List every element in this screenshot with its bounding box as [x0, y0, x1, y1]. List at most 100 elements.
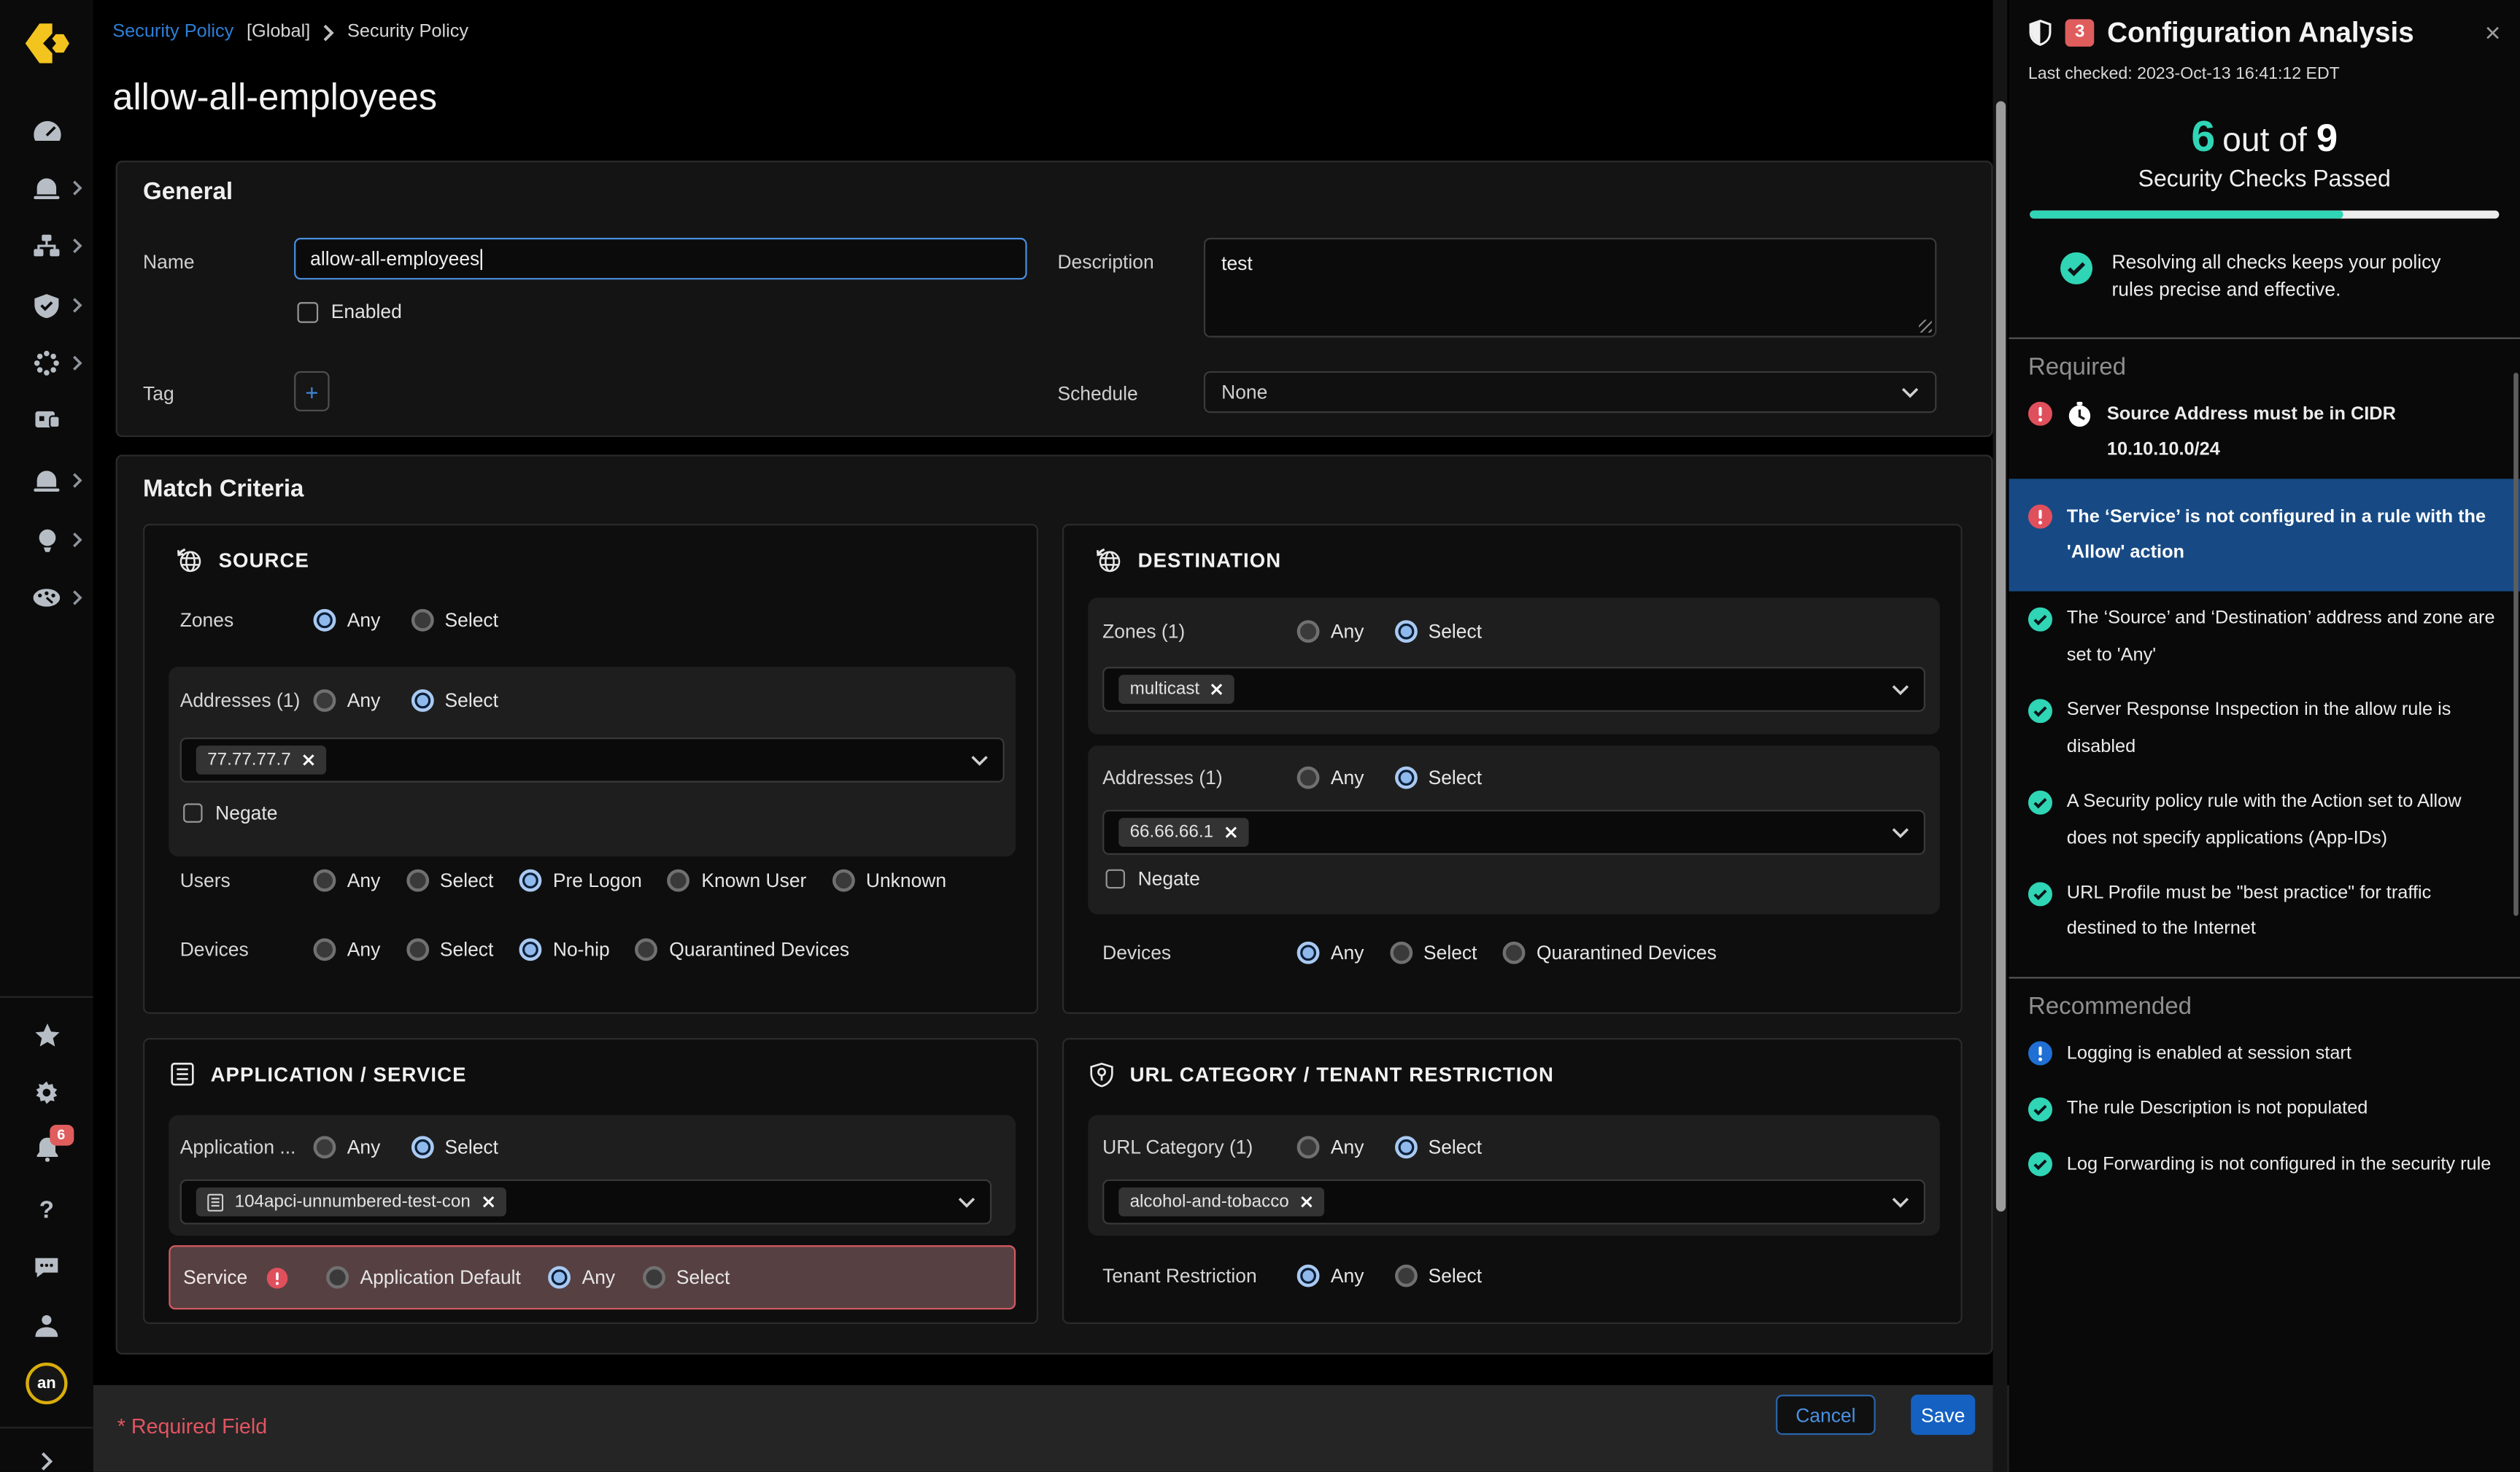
checkbox-box [298, 301, 319, 322]
chevron-down-icon[interactable] [1892, 826, 1909, 837]
chevron-right-icon [72, 180, 82, 196]
radio-addresses-select[interactable]: Select [1394, 767, 1482, 789]
sidebar-item-objects[interactable] [0, 339, 93, 387]
palo-alto-logo-icon[interactable] [23, 21, 71, 66]
radio-tenant-select[interactable]: Select [1394, 1265, 1482, 1287]
remove-chip-icon[interactable] [1225, 826, 1238, 839]
radio-addresses-any[interactable]: Any [314, 689, 381, 712]
radio-devices-no-hip[interactable]: No-hip [519, 938, 610, 961]
sidebar-item-settings[interactable] [0, 1070, 93, 1118]
close-icon[interactable]: × [2485, 19, 2501, 46]
radio-label: Any [347, 869, 381, 892]
breadcrumb-link[interactable]: Security Policy [112, 23, 233, 42]
radio-dot [1297, 767, 1320, 789]
panel-scrollbar-thumb[interactable] [2513, 373, 2519, 916]
chevron-down-icon[interactable] [970, 754, 988, 765]
resize-handle[interactable] [1919, 319, 1932, 333]
sidebar-item-workflows[interactable] [0, 397, 93, 445]
radio-zones-any[interactable]: Any [314, 609, 381, 632]
chevron-down-icon[interactable] [1892, 1196, 1909, 1207]
sidebar-item-notifications[interactable]: 6 [0, 1125, 93, 1173]
sidebar-item-help[interactable]: ? [0, 1186, 93, 1234]
radio-service-any[interactable]: Any [548, 1266, 615, 1289]
devices-label: Devices [180, 938, 314, 961]
scrollbar-thumb[interactable] [1995, 101, 2006, 1212]
save-button[interactable]: Save [1911, 1395, 1975, 1435]
sidebar-item-feedback[interactable] [0, 1244, 93, 1292]
recommended-item[interactable]: Log Forwarding is not configured in the … [2009, 1137, 2520, 1193]
radio-service-application-default[interactable]: Application Default [326, 1266, 521, 1289]
radio-devices-select[interactable]: Select [1390, 942, 1477, 964]
add-tag-button[interactable]: + [294, 371, 329, 411]
required-item[interactable]: The ‘Source’ and ‘Destination’ address a… [2009, 592, 2520, 683]
required-item-selected[interactable]: The ‘Service’ is not configured in a rul… [2009, 479, 2520, 592]
sidebar-item-security-services[interactable] [0, 281, 93, 329]
remove-chip-icon[interactable] [1211, 683, 1224, 696]
breadcrumb-scope: [Global] [247, 23, 310, 42]
url-category-chip: alcohol-and-tobacco [1118, 1188, 1324, 1217]
sidebar-item-insights[interactable] [0, 516, 93, 564]
schedule-select[interactable]: None [1204, 371, 1936, 413]
radio-addresses-any[interactable]: Any [1297, 767, 1364, 789]
application-input[interactable]: 104apci-unnumbered-test-con [180, 1179, 992, 1225]
radio-devices-any[interactable]: Any [1297, 942, 1364, 964]
radio-addresses-select[interactable]: Select [411, 689, 498, 712]
destination-addresses-input[interactable]: 66.66.66.1 [1102, 810, 1925, 855]
radio-users-any[interactable]: Any [314, 869, 381, 892]
destination-zones-input[interactable]: multicast [1102, 667, 1925, 712]
radio-tenant-any[interactable]: Any [1297, 1265, 1364, 1287]
required-item[interactable]: A Security policy rule with the Action s… [2009, 775, 2520, 866]
recommended-item[interactable]: The rule Description is not populated [2009, 1082, 2520, 1137]
source-negate-checkbox[interactable]: Negate [183, 802, 277, 824]
radio-devices-quarantined[interactable]: Quarantined Devices [1503, 942, 1717, 964]
radio-url-any[interactable]: Any [1297, 1136, 1364, 1158]
sidebar-item-network[interactable] [0, 222, 93, 270]
required-item[interactable]: Source Address must be in CIDR 10.10.10.… [2009, 387, 2520, 478]
cards-icon [33, 410, 60, 433]
name-input[interactable]: allow-all-employees [294, 238, 1027, 279]
radio-users-pre-logon[interactable]: Pre Logon [519, 869, 642, 892]
radio-zones-select[interactable]: Select [1394, 620, 1482, 643]
progress-bar [2030, 211, 2499, 219]
remove-chip-icon[interactable] [302, 754, 315, 767]
radio-application-select[interactable]: Select [411, 1136, 498, 1158]
sidebar-item-favorites[interactable] [0, 1012, 93, 1061]
destination-negate-checkbox[interactable]: Negate [1106, 868, 1200, 891]
source-addresses-input[interactable]: 77.77.77.7 [180, 737, 1005, 783]
radio-service-select[interactable]: Select [643, 1266, 730, 1289]
radio-users-known-user[interactable]: Known User [668, 869, 806, 892]
sidebar-item-incidents[interactable] [0, 164, 93, 212]
url-category-input[interactable]: alcohol-and-tobacco [1102, 1179, 1925, 1225]
enabled-checkbox[interactable]: Enabled [298, 301, 402, 323]
remove-chip-icon[interactable] [482, 1196, 495, 1209]
description-label: Description [1057, 251, 1153, 274]
radio-zones-any[interactable]: Any [1297, 620, 1364, 643]
chevron-down-icon[interactable] [958, 1196, 975, 1207]
cancel-button[interactable]: Cancel [1776, 1395, 1876, 1435]
radio-devices-any[interactable]: Any [314, 938, 381, 961]
radio-dot [1297, 620, 1320, 643]
radio-dot [832, 869, 855, 892]
sidebar-item-account[interactable]: an [0, 1363, 93, 1404]
sidebar-expand-button[interactable] [0, 1436, 93, 1472]
sidebar-item-dashboards[interactable] [0, 573, 93, 621]
sidebar-item-profile[interactable] [0, 1301, 93, 1349]
radio-application-any[interactable]: Any [314, 1136, 381, 1158]
radio-zones-select[interactable]: Select [411, 609, 498, 632]
radio-devices-select[interactable]: Select [406, 938, 494, 961]
radio-url-select[interactable]: Select [1394, 1136, 1482, 1158]
chevron-down-icon[interactable] [1892, 683, 1909, 694]
sidebar-item-monitor[interactable] [0, 457, 93, 505]
breadcrumb-current: Security Policy [347, 23, 468, 42]
description-textarea[interactable]: test [1204, 238, 1936, 338]
radio-users-unknown[interactable]: Unknown [832, 869, 946, 892]
radio-label: Any [347, 609, 381, 632]
radio-devices-quarantined[interactable]: Quarantined Devices [635, 938, 849, 961]
required-item[interactable]: Server Response Inspection in the allow … [2009, 683, 2520, 775]
required-item[interactable]: URL Profile must be "best practice" for … [2009, 866, 2520, 957]
analysis-shield-icon [2028, 18, 2052, 48]
recommended-item[interactable]: Logging is enabled at session start [2009, 1026, 2520, 1082]
sidebar-item-dashboard[interactable] [0, 106, 93, 154]
radio-users-select[interactable]: Select [406, 869, 494, 892]
remove-chip-icon[interactable] [1300, 1196, 1313, 1209]
